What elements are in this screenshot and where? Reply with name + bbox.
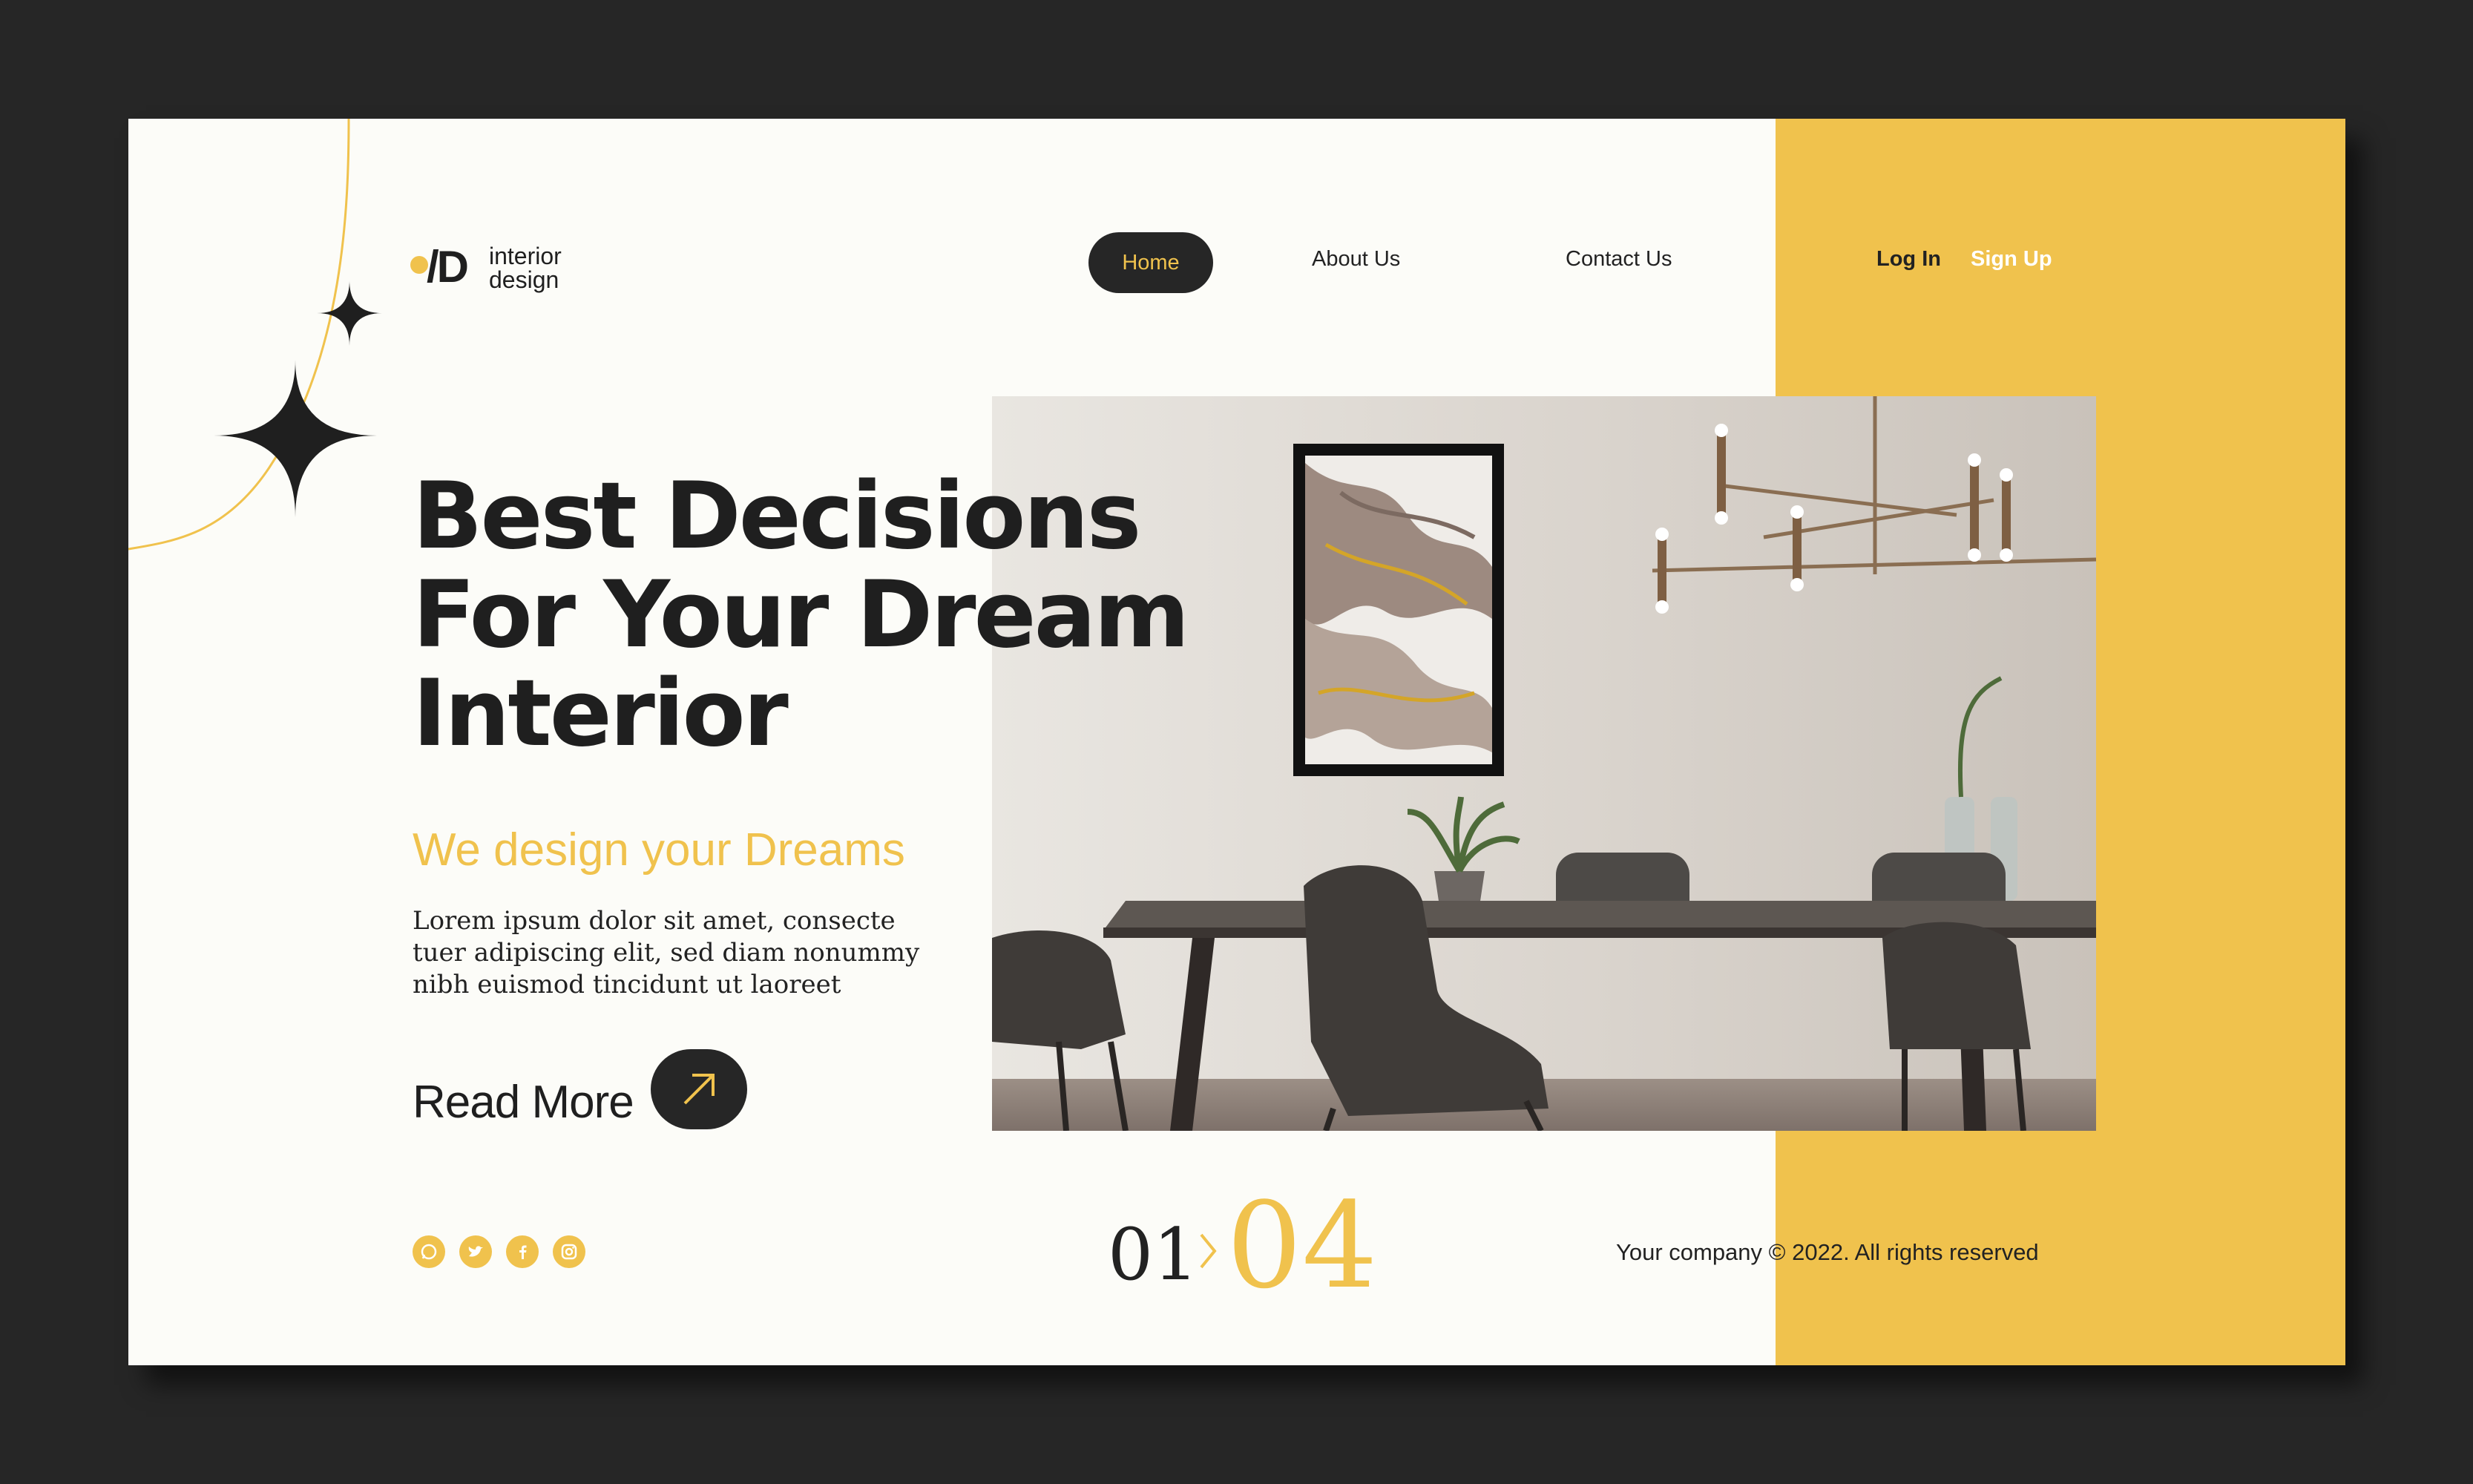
- arrow-up-right-icon: [683, 1074, 715, 1105]
- twitter-icon: [468, 1246, 483, 1257]
- copyright-text: Your company © 2022. All rights reserved: [1616, 1239, 2039, 1265]
- hero-body-line-1: Lorem ipsum dolor sit amet, consecte: [413, 906, 896, 936]
- chevron-right-icon[interactable]: [1197, 1229, 1219, 1273]
- whatsapp-icon: [421, 1244, 437, 1260]
- landing-page: /D interior design Home About Us Contact…: [128, 119, 2345, 1365]
- pager-total: 04: [1226, 1176, 1378, 1315]
- hero-title-line-2: For Your Dream: [413, 562, 1189, 669]
- logo-mark: /D: [427, 242, 469, 292]
- large-star-icon: [214, 360, 377, 517]
- signup-link[interactable]: Sign Up: [1971, 247, 2052, 272]
- instagram-icon: [561, 1244, 577, 1260]
- hero-body-line-3: nibh euismod tincidunt ut laoreet: [413, 970, 841, 999]
- hero-title-line-3: Interior: [413, 660, 789, 767]
- hero-title: Best Decisions For Your Dream Interior: [413, 467, 1229, 764]
- pager-current: 01: [1108, 1213, 1199, 1296]
- wall-painting: [1293, 444, 1504, 776]
- logo-line-1: interior: [489, 243, 562, 269]
- read-more-button[interactable]: [651, 1049, 747, 1129]
- logo-text: interior design: [489, 244, 562, 292]
- whatsapp-button[interactable]: [413, 1235, 445, 1268]
- decorative-curve: [128, 119, 350, 551]
- nav-home-button[interactable]: Home: [1088, 232, 1213, 293]
- hero-subtitle: We design your Dreams: [413, 824, 905, 876]
- facebook-icon: [519, 1245, 527, 1259]
- nav-about-link[interactable]: About Us: [1312, 247, 1400, 272]
- instagram-button[interactable]: [553, 1235, 585, 1268]
- twitter-button[interactable]: [459, 1235, 492, 1268]
- hero-title-line-1: Best Decisions: [413, 463, 1142, 570]
- read-more-link[interactable]: Read More: [413, 1076, 634, 1129]
- login-link[interactable]: Log In: [1876, 247, 1941, 272]
- facebook-button[interactable]: [506, 1235, 539, 1268]
- logo-line-2: design: [489, 266, 559, 293]
- hero-body-line-2: tuer adipiscing elit, sed diam nonummy: [413, 938, 920, 968]
- logo-dot: [410, 256, 428, 274]
- hero-body: Lorem ipsum dolor sit amet, consecte tue…: [413, 905, 947, 1001]
- nav-contact-link[interactable]: Contact Us: [1566, 247, 1672, 272]
